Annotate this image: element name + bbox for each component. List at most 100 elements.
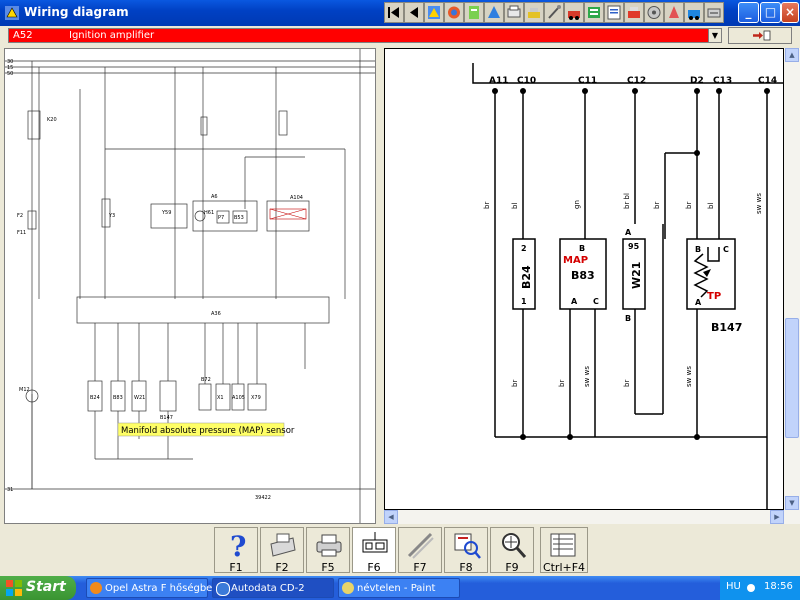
help-icon: ? (230, 530, 246, 560)
label-F11: F11 (17, 230, 26, 236)
w21-pin-b: B (625, 314, 631, 323)
label-X1: X1 (217, 395, 224, 401)
pin-C13: C13 (713, 76, 732, 86)
toolbar-icon-4[interactable] (484, 2, 504, 23)
overview-schematic[interactable]: 30 15 50 31 39422 K20 F2 F11 Y3 Y59 A6 H… (4, 48, 376, 524)
scroll-thumb[interactable] (785, 318, 799, 438)
start-button[interactable]: Start (0, 576, 76, 600)
task-autodata[interactable]: Autodata CD-2 (212, 578, 334, 598)
network-icon[interactable] (746, 583, 756, 593)
app-icon (5, 6, 19, 20)
first-page-button[interactable] (384, 2, 404, 23)
toolbar-icon-7[interactable] (544, 2, 564, 23)
f8-label: F8 (459, 561, 473, 574)
language-indicator[interactable]: HU (726, 581, 741, 592)
toolbar-icon-12[interactable] (644, 2, 664, 23)
horizontal-scrollbar[interactable]: ◀ ▶ (384, 510, 784, 524)
zoom-icon (502, 533, 527, 558)
wire-color-2: bl (511, 203, 519, 209)
task-label: névtelen - Paint (357, 583, 436, 594)
scroll-left-icon[interactable]: ◀ (384, 510, 398, 524)
locate-icon (454, 533, 481, 559)
toolbar-icon-14[interactable] (684, 2, 704, 23)
svg-text:?: ? (230, 530, 246, 560)
b147-pin-c: C (723, 245, 729, 254)
maximize-button[interactable]: □ (760, 2, 781, 23)
toolbar-icon-10[interactable] (604, 2, 624, 23)
list-icon (550, 533, 576, 557)
toolbar-icon-15[interactable] (704, 2, 724, 23)
f6-component-button[interactable]: F6 (352, 527, 396, 574)
close-button[interactable]: × (781, 2, 799, 23)
ctrl-f4-list-button[interactable]: Ctrl+F4 (540, 527, 588, 574)
pin-D2: D2 (690, 76, 704, 86)
f2-print-preview-button[interactable]: F2 (260, 527, 304, 574)
print-preview-icon (270, 533, 296, 557)
browser-icon (90, 582, 102, 594)
f5-print-button[interactable]: F5 (306, 527, 350, 574)
toolbar-icon-2[interactable] (444, 2, 464, 23)
printer-icon (316, 534, 342, 557)
label-Y59: Y59 (161, 210, 171, 216)
b83-pin-c: C (593, 297, 599, 306)
pane-divider[interactable] (376, 48, 384, 524)
f1-help-button[interactable]: ? F1 (214, 527, 258, 574)
b83-map-label: MAP (563, 255, 588, 266)
b83-pin-top: B (579, 244, 585, 253)
w21-pin-a: A (625, 228, 632, 237)
toolbar-icon-1[interactable] (424, 2, 444, 23)
windows-logo-icon (6, 580, 22, 596)
pin-C10: C10 (517, 76, 536, 86)
toolbar-icon-3[interactable] (464, 2, 484, 23)
ground-label-31: 31 (7, 487, 13, 493)
toolbar-icon-9[interactable] (584, 2, 604, 23)
f7-label: F7 (413, 561, 427, 574)
task-opel-astra[interactable]: Opel Astra F hőségbe... (86, 578, 222, 598)
task-label: Autodata CD-2 (231, 583, 305, 594)
minimize-button[interactable]: _ (738, 2, 759, 23)
toolbar-icon-11[interactable] (624, 2, 644, 23)
label-B24: B24 (90, 395, 100, 401)
tooltip-text: Manifold absolute pressure (MAP) sensor (121, 426, 295, 436)
component-select[interactable]: A52 Ignition amplifier (8, 28, 722, 43)
b147-tp-label: TP (707, 291, 721, 302)
wire-color-9: br (511, 380, 519, 387)
pin-C12: C12 (627, 76, 646, 86)
toolbar-icon-6[interactable] (524, 2, 544, 23)
label-B147: B147 (160, 415, 173, 421)
b147-pin-b: B (695, 245, 701, 254)
exit-icon (753, 30, 771, 41)
f9-zoom-button[interactable]: F9 (490, 527, 534, 574)
overview-diagram: 30 15 50 31 39422 K20 F2 F11 Y3 Y59 A6 H… (5, 49, 375, 523)
tooltip: Manifold absolute pressure (MAP) sensor (117, 422, 295, 437)
previous-page-button[interactable] (404, 2, 424, 23)
toolbar-icon-13[interactable] (664, 2, 684, 23)
vertical-scrollbar[interactable]: ▲ ▼ (784, 48, 800, 524)
label-P7: P7 (218, 215, 224, 221)
scroll-up-icon[interactable]: ▲ (785, 48, 799, 62)
chevron-down-icon[interactable]: ▼ (708, 28, 722, 43)
task-label: Opel Astra F hőségbe... (105, 583, 222, 594)
label-W21: W21 (134, 395, 145, 401)
label-A6: A6 (211, 194, 218, 200)
component-name: Ignition amplifier (69, 30, 155, 41)
pin-C11: C11 (578, 76, 597, 86)
scroll-down-icon[interactable]: ▼ (785, 496, 799, 510)
label-B83: B83 (113, 395, 123, 401)
f9-label: F9 (505, 561, 519, 574)
wire-color-6: br (685, 202, 693, 209)
f8-locate-button[interactable]: F8 (444, 527, 488, 574)
scroll-right-icon[interactable]: ▶ (770, 510, 784, 524)
detail-schematic[interactable]: A11 C10 C11 C12 D2 C13 C14 br bl gn br b… (384, 48, 784, 510)
task-paint[interactable]: névtelen - Paint (338, 578, 460, 598)
label-K20: K20 (47, 117, 57, 123)
paint-icon (342, 582, 354, 594)
label-A36: A36 (211, 311, 221, 317)
exit-button[interactable] (728, 27, 792, 44)
w21-pin-top: 95 (628, 242, 640, 251)
toolbar-icon-8[interactable] (564, 2, 584, 23)
system-tray: HU 18:56 (720, 576, 800, 600)
f5-label: F5 (321, 561, 335, 574)
toolbar-icon-5[interactable] (504, 2, 524, 23)
f7-wires-button[interactable]: F7 (398, 527, 442, 574)
